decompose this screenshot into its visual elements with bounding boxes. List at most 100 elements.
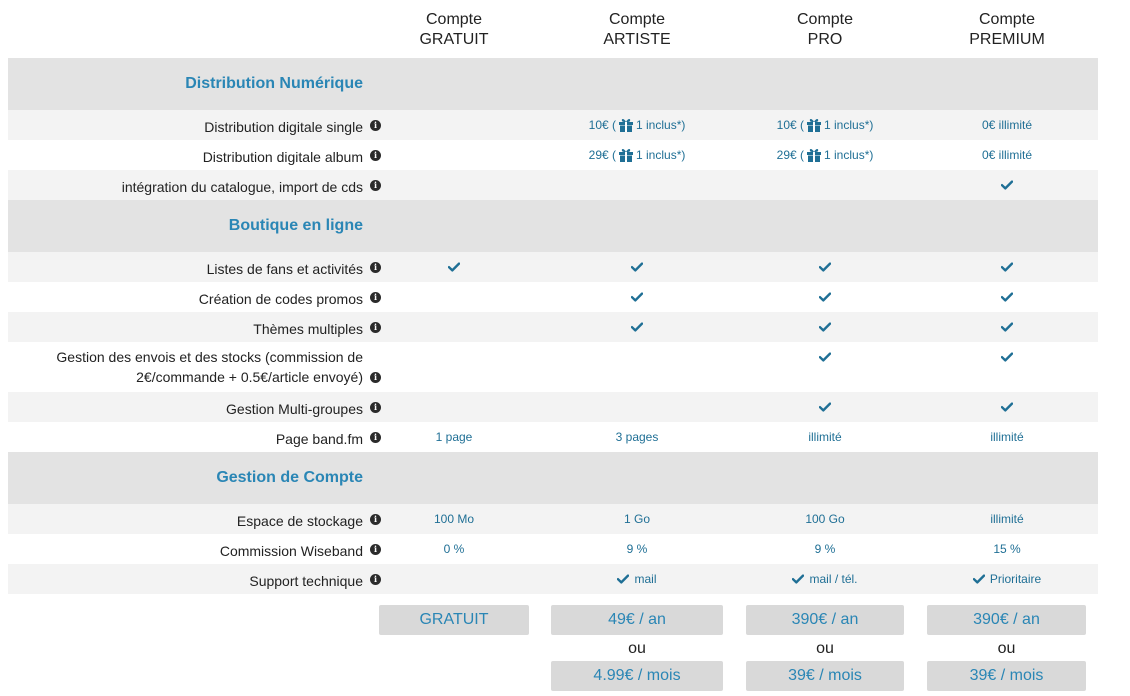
cell-artiste [557,252,717,282]
feature-row-envois: Gestion des envois et des stocks (commis… [8,342,1098,392]
cell-premium: 0€ illimité [981,148,1032,162]
feature-label: Espace de stockage [236,513,363,529]
feature-label: Création de codes promos [198,291,363,307]
cell-premium: 0€ illimité [981,118,1032,132]
plan-header-line1: Compte [425,11,483,28]
cell-pro: 100 Go [805,512,845,526]
plan-header-line2: PREMIUM [969,31,1045,48]
feature-label: Distribution digitale album [202,149,363,165]
pro-yearly-button[interactable]: 390€ / an [746,605,904,635]
cell-premium [927,392,1087,422]
cell-pro [745,342,905,372]
feature-row-commission: Commission Wiseband i 0 % 9 % 9 % 15 % [8,534,1098,564]
cell-gratuit [374,252,534,282]
check-icon [1001,292,1013,302]
cell-artiste: 3 pages [615,430,659,444]
feature-row-stockage: Espace de stockage i 100 Mo 1 Go 100 Go … [8,504,1098,534]
info-icon[interactable]: i [370,372,381,383]
features-table: Distribution Numérique Distribution digi… [8,58,1098,594]
check-icon [1001,180,1013,190]
cell-artiste: 9 % [626,542,648,556]
price-text: 10€ ( [588,118,616,132]
feature-label: Listes de fans et activités [206,261,363,277]
check-icon [1001,262,1013,272]
premium-yearly-button[interactable]: 390€ / an [927,605,1086,635]
pro-monthly-button[interactable]: 39€ / mois [746,661,904,691]
feature-row-themes: Thèmes multiples i [8,312,1098,342]
info-icon[interactable]: i [370,402,381,413]
section-boutique: Boutique en ligne [8,200,1098,252]
or-text: ou [628,640,646,657]
feature-label: Page band.fm [275,431,363,447]
cell-premium: illimité [990,430,1024,444]
check-icon [1001,402,1013,412]
included-text: 1 inclus*) [824,118,874,132]
cell-pro: mail / tél. [745,564,905,594]
cell-pro: 10€ ( 1 inclus*) [745,110,905,140]
plan-header-premium: Compte PREMIUM [927,10,1087,50]
cell-premium: Prioritaire [927,564,1087,594]
check-icon [631,322,643,332]
plan-header-line2: ARTISTE [603,31,671,48]
or-text: ou [997,640,1016,657]
plan-header-artiste: Compte ARTISTE [557,10,717,50]
cell-pro: illimité [808,430,842,444]
cell-gratuit: 1 page [435,430,473,444]
feature-label: Thèmes multiples [253,321,363,337]
cell-premium [927,312,1087,342]
support-text: mail / tél. [809,572,858,586]
feature-row-multi: Gestion Multi-groupes i [8,392,1098,422]
feature-row-support: Support technique i mail mail / tél. Pri… [8,564,1098,594]
check-icon [448,262,460,272]
feature-row-single: Distribution digitale single i 10€ ( 1 i… [8,110,1098,140]
cell-premium: illimité [990,512,1024,526]
section-compte: Gestion de Compte [8,452,1098,504]
feature-row-fans: Listes de fans et activités i [8,252,1098,282]
support-text: mail [634,572,657,586]
feature-label: intégration du catalogue, import de cds [121,179,363,195]
cell-pro: 9 % [814,542,836,556]
feature-row-page: Page band.fm i 1 page 3 pages illimité i… [8,422,1098,452]
plan-header-line2: GRATUIT [419,31,489,48]
price-text: 29€ ( [588,148,616,162]
pricing-page: Compte GRATUIT Compte ARTISTE Compte PRO… [0,0,1130,696]
or-text: ou [816,640,834,657]
feature-label: Distribution digitale single [204,119,363,135]
gift-icon [618,148,634,162]
info-icon[interactable]: i [370,292,381,303]
check-icon [631,262,643,272]
cell-artiste: 1 Go [623,512,650,526]
artiste-yearly-button[interactable]: 49€ / an [551,605,723,635]
info-icon[interactable]: i [370,322,381,333]
info-icon[interactable]: i [370,574,381,585]
feature-label-line1: Gestion des envois et des stocks (commis… [56,349,363,365]
feature-label: Gestion Multi-groupes [226,401,363,417]
check-icon [1001,322,1013,332]
plan-header-line1: Compte [978,11,1036,28]
gratuit-button[interactable]: GRATUIT [379,605,529,635]
cell-premium [927,252,1087,282]
check-icon [819,322,831,332]
info-icon[interactable]: i [370,180,381,191]
feature-label: Commission Wiseband [219,543,363,559]
cell-artiste: 10€ ( 1 inclus*) [557,110,717,140]
plan-header-line2: PRO [807,31,843,48]
feature-row-catalogue: intégration du catalogue, import de cds … [8,170,1098,200]
info-icon[interactable]: i [370,120,381,131]
artiste-monthly-button[interactable]: 4.99€ / mois [551,661,723,691]
cell-artiste [557,282,717,312]
plan-header-pro: Compte PRO [745,10,905,50]
cell-premium [927,282,1087,312]
cell-premium [927,170,1087,200]
check-icon [631,292,643,302]
gift-icon [618,118,634,132]
cell-pro [745,392,905,422]
feature-row-promos: Création de codes promos i [8,282,1098,312]
premium-monthly-button[interactable]: 39€ / mois [927,661,1086,691]
support-text: Prioritaire [989,572,1042,586]
info-icon[interactable]: i [370,150,381,161]
plan-header-line1: Compte [608,11,666,28]
included-text: 1 inclus*) [636,118,686,132]
feature-label: Support technique [249,573,363,589]
section-title: Gestion de Compte [216,469,363,486]
